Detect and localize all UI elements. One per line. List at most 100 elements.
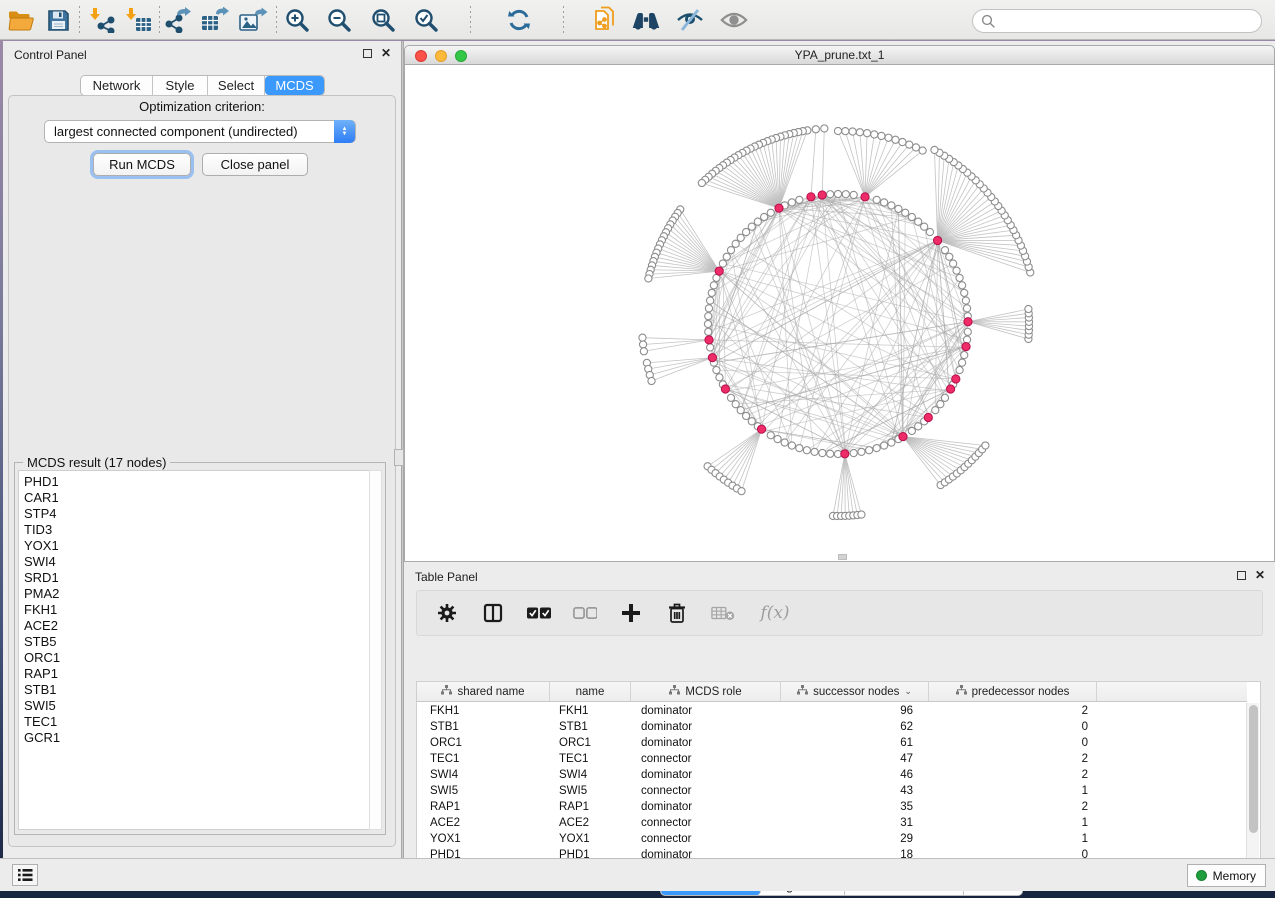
deselect-all-icon[interactable] (573, 601, 597, 625)
add-column-icon[interactable] (619, 601, 643, 625)
canvas-grab-handle[interactable] (838, 554, 847, 560)
table-cell: dominator (631, 705, 781, 717)
layout-refresh-icon[interactable] (504, 6, 534, 34)
table-cell: 1 (929, 817, 1097, 829)
mcds-result-item[interactable]: ORC1 (24, 650, 369, 666)
mcds-result-item[interactable]: PHD1 (24, 474, 369, 490)
mcds-result-item[interactable]: SWI5 (24, 698, 369, 714)
zoom-fit-icon[interactable] (368, 6, 398, 34)
table-row[interactable]: ACE2ACE2connector311 (417, 815, 1247, 831)
mcds-result-item[interactable]: STB5 (24, 634, 369, 650)
hide-eye-icon[interactable] (675, 6, 705, 34)
table-cell: YOX1 (550, 833, 631, 845)
run-mcds-button[interactable]: Run MCDS (93, 153, 191, 176)
maximize-window-icon[interactable] (455, 50, 467, 62)
column-type-icon (956, 685, 967, 698)
table-cell: FKH1 (417, 705, 550, 717)
column-header[interactable]: shared name (417, 682, 550, 701)
mcds-result-item[interactable]: STB1 (24, 682, 369, 698)
column-header[interactable]: name (550, 682, 631, 701)
mcds-result-item[interactable]: SRD1 (24, 570, 369, 586)
control-panel: Control Panel ✕ Network Style Select MCD… (3, 41, 401, 858)
copy-network-icon[interactable] (591, 6, 621, 34)
table-row[interactable]: STB1STB1dominator620 (417, 719, 1247, 735)
binoculars-icon[interactable] (631, 6, 661, 34)
import-table-icon[interactable] (124, 6, 154, 34)
table-cell: 43 (781, 785, 929, 797)
table-row[interactable]: TEC1TEC1connector472 (417, 751, 1247, 767)
table-cell: 62 (781, 721, 929, 733)
table-cell: 47 (781, 753, 929, 765)
search-input[interactable] (972, 9, 1262, 33)
function-builder-icon[interactable]: f(x) (757, 601, 793, 625)
task-history-button[interactable] (12, 864, 38, 886)
mcds-result-item[interactable]: ACE2 (24, 618, 369, 634)
zoom-in-icon[interactable] (282, 6, 312, 34)
table-row[interactable]: FKH1FKH1dominator962 (417, 703, 1247, 719)
column-header[interactable]: predecessor nodes (929, 682, 1097, 701)
table-row[interactable]: ORC1ORC1dominator610 (417, 735, 1247, 751)
network-canvas[interactable] (404, 65, 1275, 562)
table-cell: 2 (929, 705, 1097, 717)
mcds-result-item[interactable]: YOX1 (24, 538, 369, 554)
table-cell: TEC1 (417, 753, 550, 765)
close-table-panel-icon[interactable]: ✕ (1255, 570, 1265, 580)
open-folder-icon[interactable] (6, 6, 36, 34)
table-cell: YOX1 (417, 833, 550, 845)
table-cell: 2 (929, 769, 1097, 781)
delete-column-icon[interactable] (665, 601, 689, 625)
table-scrollbar[interactable] (1246, 703, 1259, 871)
table-row[interactable]: RAP1RAP1dominator352 (417, 799, 1247, 815)
mcds-result-item[interactable]: CAR1 (24, 490, 369, 506)
search-icon (981, 14, 996, 29)
mcds-result-item[interactable]: TEC1 (24, 714, 369, 730)
export-image-icon[interactable] (238, 6, 268, 34)
column-type-icon (797, 685, 808, 698)
save-session-icon[interactable] (43, 6, 73, 34)
table-cell: 46 (781, 769, 929, 781)
tab-network[interactable]: Network (81, 76, 153, 95)
close-panel-button[interactable]: Close panel (202, 153, 308, 176)
splitter-handle[interactable] (394, 449, 404, 466)
mcds-result-item[interactable]: FKH1 (24, 602, 369, 618)
table-cell: TEC1 (550, 753, 631, 765)
memory-button[interactable]: Memory (1187, 864, 1266, 887)
close-panel-icon[interactable]: ✕ (381, 48, 391, 58)
minimize-window-icon[interactable] (435, 50, 447, 62)
table-scrollbar-thumb[interactable] (1249, 705, 1258, 833)
mcds-result-item[interactable]: GCR1 (24, 730, 369, 746)
zoom-selected-icon[interactable] (411, 6, 441, 34)
column-header[interactable]: successor nodes⌄ (781, 682, 929, 701)
float-table-panel-icon[interactable] (1237, 571, 1246, 580)
table-row[interactable]: SWI5SWI5connector431 (417, 783, 1247, 799)
table-row[interactable]: YOX1YOX1connector291 (417, 831, 1247, 847)
table-cell: SWI5 (417, 785, 550, 797)
tab-mcds[interactable]: MCDS (265, 76, 324, 95)
table-cell: FKH1 (550, 705, 631, 717)
export-network-icon[interactable] (163, 6, 193, 34)
mcds-result-item[interactable]: TID3 (24, 522, 369, 538)
table-cell: dominator (631, 801, 781, 813)
table-toolbar: f(x) (416, 590, 1263, 636)
gear-icon[interactable] (435, 601, 459, 625)
status-bar: Memory (0, 858, 1275, 891)
table-row[interactable]: SWI4SWI4dominator462 (417, 767, 1247, 783)
mcds-result-item[interactable]: RAP1 (24, 666, 369, 682)
mcds-result-item[interactable]: STP4 (24, 506, 369, 522)
tab-select[interactable]: Select (208, 76, 265, 95)
mcds-list-scrollbar[interactable] (369, 470, 382, 830)
export-table-icon[interactable] (200, 6, 230, 34)
mcds-result-item[interactable]: PMA2 (24, 586, 369, 602)
column-header[interactable]: MCDS role (631, 682, 781, 701)
delete-table-icon[interactable] (711, 601, 735, 625)
column-layout-icon[interactable] (481, 601, 505, 625)
float-panel-icon[interactable] (363, 49, 372, 58)
show-eye-icon[interactable] (719, 6, 749, 34)
import-network-icon[interactable] (88, 6, 118, 34)
mcds-result-item[interactable]: SWI4 (24, 554, 369, 570)
optimization-criterion-select[interactable]: largest connected component (undirected)… (44, 120, 356, 143)
close-window-icon[interactable] (415, 50, 427, 62)
zoom-out-icon[interactable] (324, 6, 354, 34)
tab-style[interactable]: Style (153, 76, 208, 95)
select-all-icon[interactable] (527, 601, 551, 625)
